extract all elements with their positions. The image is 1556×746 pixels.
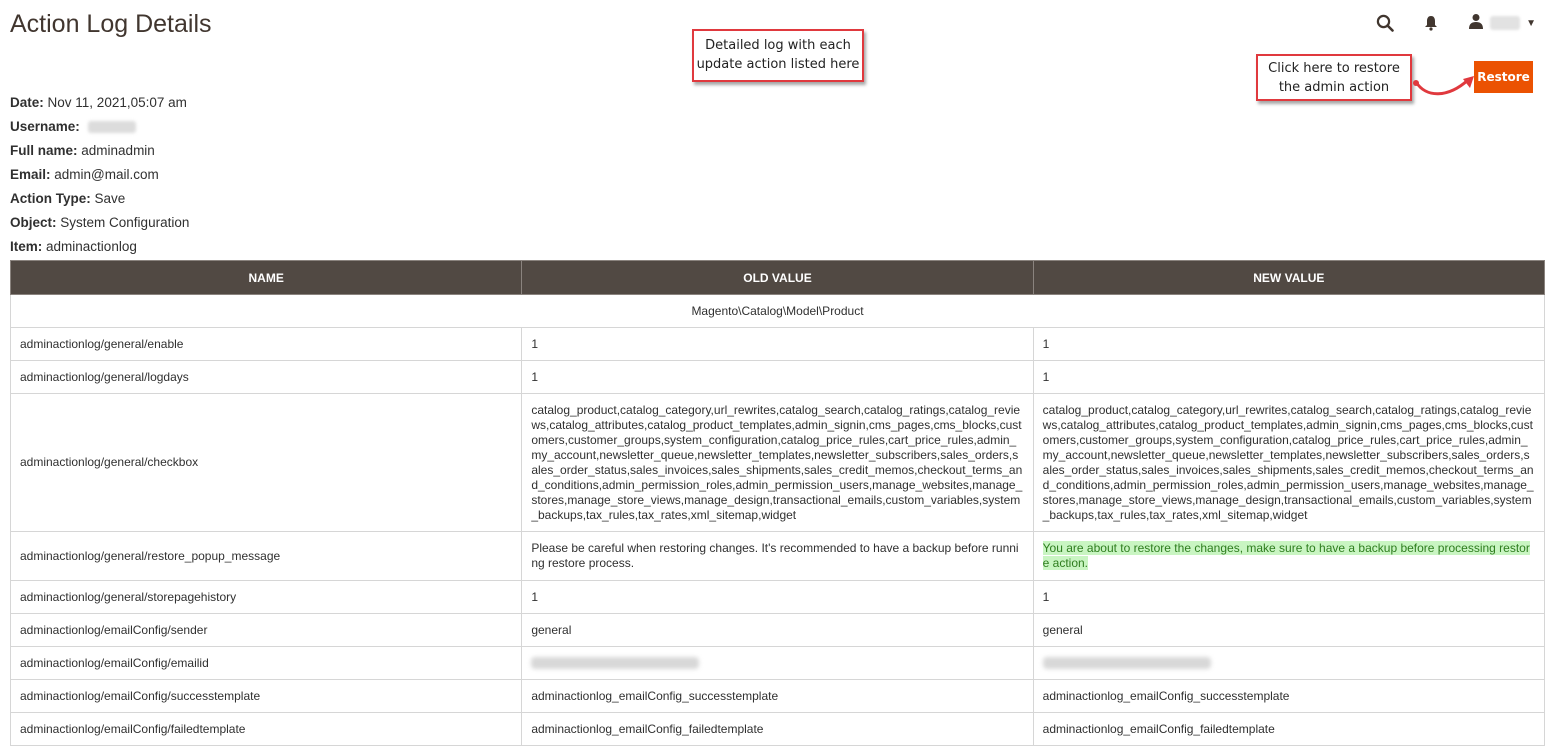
user-icon [1468,13,1484,34]
detail-action-type: Action Type: Save [10,190,189,214]
restore-callout-line: the admin action [1278,80,1390,95]
detail-object: Object: System Configuration [10,214,189,238]
new-value-cell: adminactionlog_emailConfig_failedtemplat… [1032,712,1546,746]
name-cell: adminactionlog/general/storepagehistory [9,580,523,614]
detail-label: Username: [10,119,80,134]
detail-value: adminadmin [81,143,155,158]
detail-fullname: Full name: adminadmin [10,142,189,166]
name-cell: adminactionlog/general/logdays [9,360,523,394]
action-log-table: NAME OLD VALUE NEW VALUE Magento\Catalog… [9,260,1546,746]
new-value-cell: general [1032,613,1546,647]
old-value-cell: adminactionlog_emailConfig_failedtemplat… [521,712,1034,746]
group-row: Magento\Catalog\Model\Product [10,294,1545,328]
name-cell: adminactionlog/emailConfig/sender [9,613,523,647]
old-value-cell: adminactionlog_emailConfig_successtempla… [521,679,1034,713]
table-header-row: NAME OLD VALUE NEW VALUE [9,260,1546,295]
detail-value: Nov 11, 2021,05:07 am [47,95,187,110]
new-value-cell: 1 [1032,580,1546,614]
new-value-cell: You are about to restore the changes, ma… [1032,531,1546,581]
new-value-cell: 1 [1032,327,1546,361]
old-value-cell: 1 [521,580,1034,614]
detail-value: adminactionlog [46,239,137,254]
page-title: Action Log Details [10,10,212,38]
user-name [1490,16,1521,30]
name-cell: adminactionlog/general/enable [9,327,523,361]
old-value-cell: 1 [521,327,1034,361]
new-value-cell: catalog_product,catalog_category,url_rew… [1032,393,1546,532]
search-icon[interactable] [1372,12,1398,34]
detail-date: Date: Nov 11, 2021,05:07 am [10,94,189,118]
email-redacted [1042,657,1211,670]
table-row: adminactionlog/emailConfig/emailid [9,646,1546,680]
detail-value: Save [94,191,126,206]
log-details: Date: Nov 11, 2021,05:07 am Username: Fu… [10,94,189,262]
old-value-cell: Please be careful when restoring changes… [521,531,1034,581]
old-value-cell: catalog_product,catalog_category,url_rew… [521,393,1034,532]
restore-button[interactable]: Restore [1474,61,1533,93]
callout-arrow-icon [1413,76,1474,96]
detail-label: Action Type: [10,191,91,206]
group-cell: Magento\Catalog\Model\Product [10,294,1545,328]
new-value-cell: 1 [1032,360,1546,394]
old-value-cell: general [521,613,1034,647]
name-cell: adminactionlog/emailConfig/failedtemplat… [9,712,523,746]
detail-value: System Configuration [60,215,190,230]
log-callout-line: update action listed here [696,57,860,72]
detail-value: admin@mail.com [54,167,159,182]
table-row: adminactionlog/general/storepagehistory … [9,580,1546,614]
restore-callout-line: Click here to restore [1268,61,1400,76]
table-row: adminactionlog/general/enable 1 1 [9,327,1546,361]
detail-label: Email: [10,167,51,182]
detail-label: Item: [10,239,43,254]
detail-username: Username: [10,118,189,142]
column-header-new-value[interactable]: NEW VALUE [1032,260,1546,295]
column-header-name[interactable]: NAME [9,260,523,295]
table-row: adminactionlog/emailConfig/sender genera… [9,613,1546,647]
column-header-old-value[interactable]: OLD VALUE [521,260,1034,295]
log-callout-line: Detailed log with each [705,38,851,53]
user-menu[interactable]: ▼ [1468,13,1536,34]
table-row: adminactionlog/emailConfig/successtempla… [9,679,1546,713]
log-callout: Detailed log with each update action lis… [692,29,864,82]
name-cell: adminactionlog/emailConfig/successtempla… [9,679,523,713]
detail-email: Email: admin@mail.com [10,166,189,190]
detail-label: Full name: [10,143,78,158]
email-redacted [531,657,700,670]
old-value-cell: 1 [521,360,1034,394]
table-row: adminactionlog/emailConfig/failedtemplat… [9,712,1546,746]
chevron-down-icon: ▼ [1526,17,1536,29]
name-cell: adminactionlog/general/checkbox [9,393,523,532]
detail-label: Object: [10,215,57,230]
table-row: adminactionlog/general/restore_popup_mes… [9,531,1546,581]
detail-label: Date: [10,95,44,110]
header-actions: ▼ [1372,12,1536,34]
table-row: adminactionlog/general/checkbox catalog_… [9,393,1546,532]
restore-callout: Click here to restore the admin action [1256,54,1412,101]
table-row: adminactionlog/general/logdays 1 1 [9,360,1546,394]
bell-icon[interactable] [1418,12,1444,34]
new-value-cell: adminactionlog_emailConfig_successtempla… [1032,679,1546,713]
changed-value-highlight: You are about to restore the changes, ma… [1042,541,1530,570]
name-cell: adminactionlog/emailConfig/emailid [9,646,523,680]
detail-item: Item: adminactionlog [10,238,189,262]
old-value-cell [521,646,1034,680]
new-value-cell [1032,646,1546,680]
name-cell: adminactionlog/general/restore_popup_mes… [9,531,523,581]
username-redacted [87,121,136,134]
